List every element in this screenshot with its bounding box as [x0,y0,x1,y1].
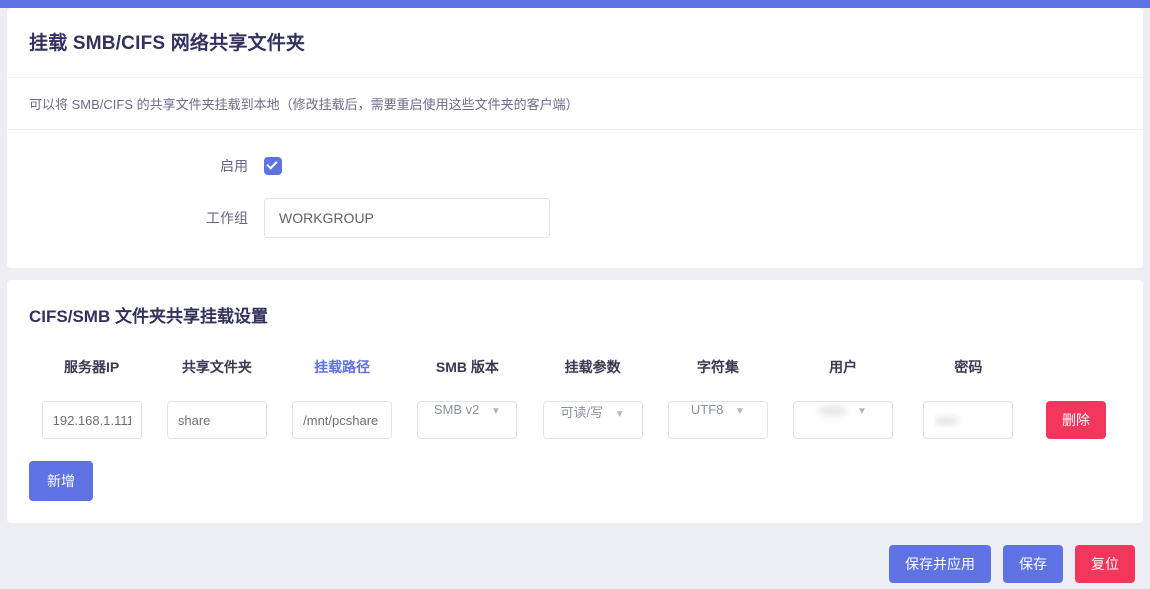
page-subtitle: 可以将 SMB/CIFS 的共享文件夹挂载到本地（修改挂载后，需要重启使用这些文… [7,78,1143,130]
col-server-ip: 服务器IP [29,357,154,377]
mount-params-select[interactable]: 可读/写 ▼ [543,401,643,439]
col-charset: 字符集 [655,357,780,377]
mount-table: 服务器IP 共享文件夹 挂载路径 SMB 版本 挂载参数 字符集 用户 密码 [29,351,1121,453]
col-smb-version: SMB 版本 [405,357,530,377]
mount-path-input[interactable] [292,401,392,439]
col-mount-path[interactable]: 挂载路径 [280,357,405,377]
caret-down-icon: ▼ [615,409,625,420]
smb-version-value: SMB v2 [434,402,480,417]
add-button[interactable]: 新增 [29,461,93,501]
save-apply-button[interactable]: 保存并应用 [889,545,991,583]
col-password: 密码 [906,357,1031,377]
table-header-row: 服务器IP 共享文件夹 挂载路径 SMB 版本 挂载参数 字符集 用户 密码 [29,351,1121,401]
reset-button[interactable]: 复位 [1075,545,1135,583]
save-button[interactable]: 保存 [1003,545,1063,583]
col-mount-params: 挂载参数 [530,357,655,377]
mount-params-value: 可读/写 [561,405,604,420]
workgroup-input[interactable] [264,198,550,238]
password-input[interactable] [923,401,1013,439]
caret-down-icon: ▼ [491,406,501,417]
caret-down-icon: ▼ [857,406,867,417]
smb-version-select[interactable]: SMB v2 ▼ [417,401,517,439]
delete-button[interactable]: 删除 [1046,401,1106,439]
section-title: CIFS/SMB 文件夹共享挂载设置 [29,302,1121,327]
mount-table-panel: CIFS/SMB 文件夹共享挂载设置 服务器IP 共享文件夹 挂载路径 SMB … [7,280,1143,523]
enable-label: 启用 [29,156,264,176]
top-accent-bar [0,0,1150,8]
charset-select[interactable]: UTF8 ▼ [668,401,768,439]
charset-value: UTF8 [691,402,724,417]
share-folder-input[interactable] [167,401,267,439]
user-select[interactable]: xxxx ▼ [793,401,893,439]
enable-checkbox[interactable] [264,157,282,175]
footer-actions: 保存并应用 保存 复位 [7,535,1143,583]
col-user: 用户 [781,357,906,377]
page-title: 挂载 SMB/CIFS 网络共享文件夹 [29,28,1121,55]
workgroup-label: 工作组 [29,208,264,228]
caret-down-icon: ▼ [735,406,745,417]
panel-header: 挂载 SMB/CIFS 网络共享文件夹 [7,8,1143,78]
server-ip-input[interactable] [42,401,142,439]
table-row: SMB v2 ▼ 可读/写 ▼ UTF8 ▼ [29,401,1121,453]
col-share-folder: 共享文件夹 [154,357,279,377]
mount-config-panel: 挂载 SMB/CIFS 网络共享文件夹 可以将 SMB/CIFS 的共享文件夹挂… [7,8,1143,268]
user-value: xxxx [819,402,845,417]
